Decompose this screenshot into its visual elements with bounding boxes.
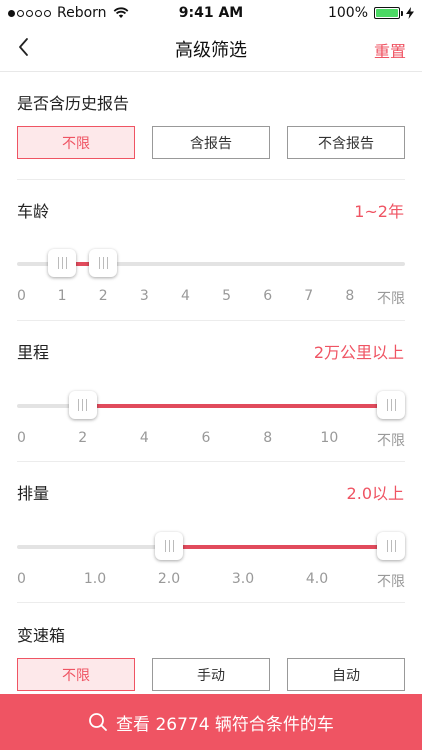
history-option-without-report[interactable]: 不含报告 (287, 126, 405, 159)
vehicle-age-ticks: 0 1 2 3 4 5 6 7 8 不限 (17, 288, 405, 307)
tick-label: 5 (222, 288, 232, 304)
tick-label: 不限 (377, 574, 405, 590)
displacement-label: 排量 (17, 484, 50, 503)
transmission-options: 不限 手动 自动 (17, 658, 405, 691)
view-results-button[interactable]: 查看 26774 辆符合条件的车 (0, 694, 422, 750)
mileage-selected-range (82, 404, 391, 408)
history-report-section: 是否含历史报告 不限 含报告 不含报告 (0, 72, 422, 180)
tick-label: 3 (139, 288, 149, 304)
tick-label: 4 (139, 430, 149, 446)
displacement-min-handle[interactable] (155, 532, 183, 560)
vehicle-age-min-handle[interactable] (48, 249, 77, 277)
search-icon (89, 713, 107, 731)
nav-bar: 高级筛选 重置 (0, 26, 422, 72)
vehicle-age-label: 车龄 (17, 202, 50, 221)
displacement-ticks: 0 1.0 2.0 3.0 4.0 不限 (17, 571, 405, 590)
tick-label: 1 (57, 288, 67, 304)
tick-label: 0 (17, 288, 26, 304)
transmission-option-any[interactable]: 不限 (17, 658, 135, 691)
mileage-ticks: 0 2 4 6 8 10 不限 (17, 430, 405, 449)
status-bar: Reborn 9:41 AM 100% (0, 0, 422, 26)
status-right: 100% (328, 5, 414, 21)
mileage-label: 里程 (17, 343, 50, 362)
page-title: 高级筛选 (175, 40, 247, 61)
tick-label: 4 (180, 288, 190, 304)
mileage-slider[interactable] (17, 391, 405, 419)
displacement-slider[interactable] (17, 532, 405, 560)
mileage-max-handle[interactable] (377, 391, 405, 419)
tick-label: 8 (345, 288, 355, 304)
tick-label: 1.0 (83, 571, 107, 587)
tick-label: 7 (304, 288, 314, 304)
history-option-with-report[interactable]: 含报告 (152, 126, 270, 159)
displacement-max-handle[interactable] (377, 532, 405, 560)
tick-label: 4.0 (305, 571, 329, 587)
mileage-section: 里程 2万公里以上 0 2 4 6 8 10 不限 (0, 321, 422, 462)
tick-label: 6 (201, 430, 211, 446)
tick-label: 6 (263, 288, 273, 304)
transmission-option-manual[interactable]: 手动 (152, 658, 270, 691)
tick-label: 0 (17, 430, 26, 446)
charging-icon (406, 7, 414, 19)
battery-icon (374, 7, 403, 19)
battery-percent: 100% (327, 5, 368, 21)
history-option-any[interactable]: 不限 (17, 126, 135, 159)
vehicle-age-slider[interactable] (17, 249, 405, 277)
transmission-label: 变速箱 (17, 626, 66, 645)
vehicle-age-section: 车龄 1~2年 0 1 2 3 4 5 6 7 8 不限 (0, 180, 422, 321)
vehicle-age-value: 1~2年 (354, 202, 404, 221)
view-results-label: 查看 26774 辆符合条件的车 (116, 714, 334, 735)
tick-label: 不限 (377, 291, 405, 307)
tick-label: 8 (263, 430, 273, 446)
tick-label: 2 (98, 288, 108, 304)
displacement-section: 排量 2.0以上 0 1.0 2.0 3.0 4.0 不限 (0, 462, 422, 603)
tick-label: 0 (17, 571, 26, 587)
transmission-section: 变速箱 不限 手动 自动 (0, 603, 422, 694)
tick-label: 2.0 (157, 571, 181, 587)
tick-label: 2 (78, 430, 88, 446)
tick-label: 3.0 (231, 571, 255, 587)
vehicle-age-max-handle[interactable] (89, 249, 118, 277)
reset-button[interactable]: 重置 (374, 38, 406, 62)
tick-label: 10 (320, 430, 339, 446)
history-report-label: 是否含历史报告 (17, 94, 130, 113)
displacement-value: 2.0以上 (346, 484, 404, 503)
tick-label: 不限 (377, 433, 405, 449)
history-report-options: 不限 含报告 不含报告 (17, 126, 405, 159)
mileage-min-handle[interactable] (68, 391, 97, 419)
transmission-option-automatic[interactable]: 自动 (287, 658, 405, 691)
displacement-selected-range (169, 545, 391, 549)
mileage-value: 2万公里以上 (313, 343, 404, 362)
